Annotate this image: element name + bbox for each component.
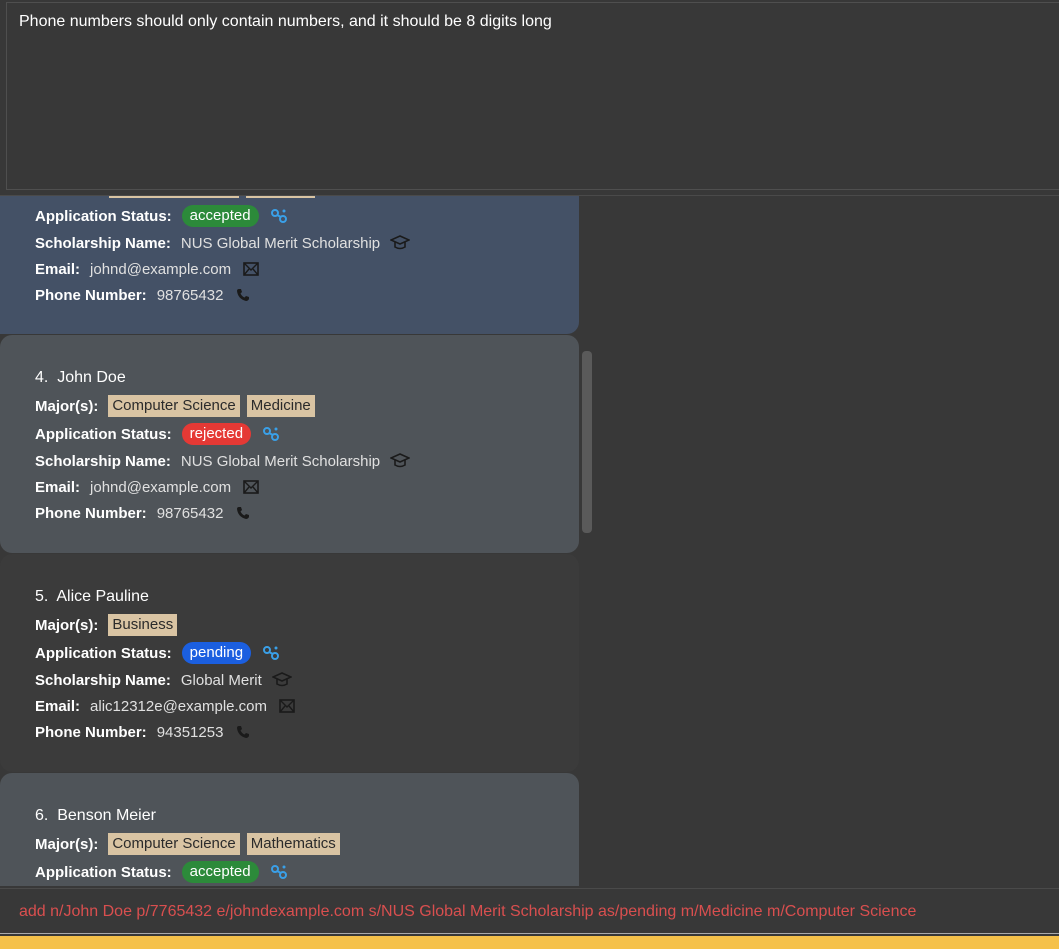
status-bar bbox=[0, 936, 1059, 949]
applicant-card[interactable]: 4. John Doe Major(s): Computer Science M… bbox=[0, 335, 579, 553]
status-label: Application Status: bbox=[35, 644, 172, 662]
applicant-title: 6. Benson Meier bbox=[35, 807, 156, 825]
phone-value: 98765432 bbox=[156, 286, 224, 304]
scholarship-row: Scholarship Name: Global Merit bbox=[35, 669, 292, 691]
applicant-title: 4. John Doe bbox=[35, 369, 126, 387]
applicant-index: 5. bbox=[35, 588, 49, 605]
email-row: Email: johnd@example.com bbox=[35, 476, 261, 498]
status-icon bbox=[269, 206, 289, 226]
command-input[interactable]: add n/John Doe p/7765432 e/johndexample.… bbox=[19, 903, 1049, 921]
applicant-name: John Doe bbox=[57, 369, 126, 386]
phone-label: Phone Number: bbox=[35, 504, 147, 522]
scholarship-value: Global Merit bbox=[180, 671, 262, 689]
status-badge: accepted bbox=[181, 861, 259, 883]
scholarship-icon bbox=[271, 670, 292, 690]
result-display[interactable]: Phone numbers should only contain number… bbox=[6, 2, 1059, 190]
email-row: Email: johnd@example.com bbox=[35, 258, 261, 280]
status-icon bbox=[269, 862, 289, 882]
email-label: Email: bbox=[35, 478, 81, 496]
phone-row: Phone Number: 94351253 bbox=[35, 721, 253, 743]
scholarship-label: Scholarship Name: bbox=[35, 671, 171, 689]
email-icon bbox=[241, 259, 261, 279]
status-icon bbox=[261, 643, 281, 663]
result-message: Phone numbers should only contain number… bbox=[19, 13, 552, 30]
scholarship-icon bbox=[390, 233, 411, 253]
major-tag: Computer Science bbox=[108, 395, 240, 417]
status-badge: accepted bbox=[181, 205, 259, 227]
email-icon bbox=[277, 696, 297, 716]
phone-value: 94351253 bbox=[156, 723, 224, 741]
applicant-title: 5. Alice Pauline bbox=[35, 588, 149, 606]
status-label: Application Status: bbox=[35, 425, 172, 443]
scholarship-value: NUS Global Merit Scholarship bbox=[180, 234, 381, 252]
email-value: johnd@example.com bbox=[90, 478, 232, 496]
scholarship-label: Scholarship Name: bbox=[35, 234, 171, 252]
applicant-list[interactable]: Application Status: accepted Scholarship… bbox=[0, 196, 1059, 886]
status-row: Application Status: accepted bbox=[35, 205, 289, 227]
phone-icon bbox=[233, 285, 253, 305]
majors-row: Major(s): Business bbox=[35, 614, 184, 636]
status-badge: rejected bbox=[181, 423, 252, 445]
majors-label: Major(s): bbox=[35, 616, 99, 634]
majors-row: Major(s): Computer Science Mathematics bbox=[35, 833, 347, 855]
major-tag: Medicine bbox=[246, 395, 315, 417]
majors-row: Major(s): Computer Science Medicine bbox=[35, 395, 322, 417]
email-value: alic12312e@example.com bbox=[90, 697, 268, 715]
applicant-index: 4. bbox=[35, 369, 49, 386]
email-value: johnd@example.com bbox=[90, 260, 232, 278]
applicant-card[interactable]: 6. Benson Meier Major(s): Computer Scien… bbox=[0, 773, 579, 886]
status-row: Application Status: accepted bbox=[35, 861, 289, 883]
phone-label: Phone Number: bbox=[35, 723, 147, 741]
applicant-card[interactable]: Application Status: accepted Scholarship… bbox=[0, 196, 579, 334]
email-icon bbox=[241, 477, 261, 497]
major-tag: Mathematics bbox=[246, 833, 340, 855]
applicant-name: Benson Meier bbox=[57, 807, 156, 824]
email-row: Email: alic12312e@example.com bbox=[35, 695, 297, 717]
major-tag: Business bbox=[108, 614, 178, 636]
status-badge: pending bbox=[181, 642, 252, 664]
status-row: Application Status: rejected bbox=[35, 423, 281, 445]
majors-label: Major(s): bbox=[35, 397, 99, 415]
major-tag: Computer Science bbox=[108, 833, 240, 855]
phone-value: 98765432 bbox=[156, 504, 224, 522]
applicant-name: Alice Pauline bbox=[56, 588, 149, 605]
email-label: Email: bbox=[35, 260, 81, 278]
app-window: Phone numbers should only contain number… bbox=[0, 0, 1059, 949]
command-underline bbox=[0, 933, 1059, 934]
status-icon bbox=[261, 424, 281, 444]
status-label: Application Status: bbox=[35, 207, 172, 225]
phone-icon bbox=[233, 722, 253, 742]
phone-label: Phone Number: bbox=[35, 286, 147, 304]
scholarship-icon bbox=[390, 451, 411, 471]
scholarship-row: Scholarship Name: NUS Global Merit Schol… bbox=[35, 232, 411, 254]
applicant-card[interactable]: 5. Alice Pauline Major(s): Business Appl… bbox=[0, 554, 579, 772]
scholarship-value: NUS Global Merit Scholarship bbox=[180, 452, 381, 470]
phone-icon bbox=[233, 503, 253, 523]
command-box[interactable]: add n/John Doe p/7765432 e/johndexample.… bbox=[0, 888, 1059, 934]
list-scrollbar[interactable] bbox=[582, 351, 592, 533]
status-row: Application Status: pending bbox=[35, 642, 281, 664]
email-label: Email: bbox=[35, 697, 81, 715]
majors-label: Major(s): bbox=[35, 835, 99, 853]
status-label: Application Status: bbox=[35, 863, 172, 881]
scholarship-row: Scholarship Name: NUS Global Merit Schol… bbox=[35, 450, 411, 472]
phone-row: Phone Number: 98765432 bbox=[35, 284, 253, 306]
applicant-index: 6. bbox=[35, 807, 49, 824]
major-tag bbox=[246, 196, 315, 198]
major-tag bbox=[109, 196, 239, 198]
phone-row: Phone Number: 98765432 bbox=[35, 502, 253, 524]
scholarship-label: Scholarship Name: bbox=[35, 452, 171, 470]
